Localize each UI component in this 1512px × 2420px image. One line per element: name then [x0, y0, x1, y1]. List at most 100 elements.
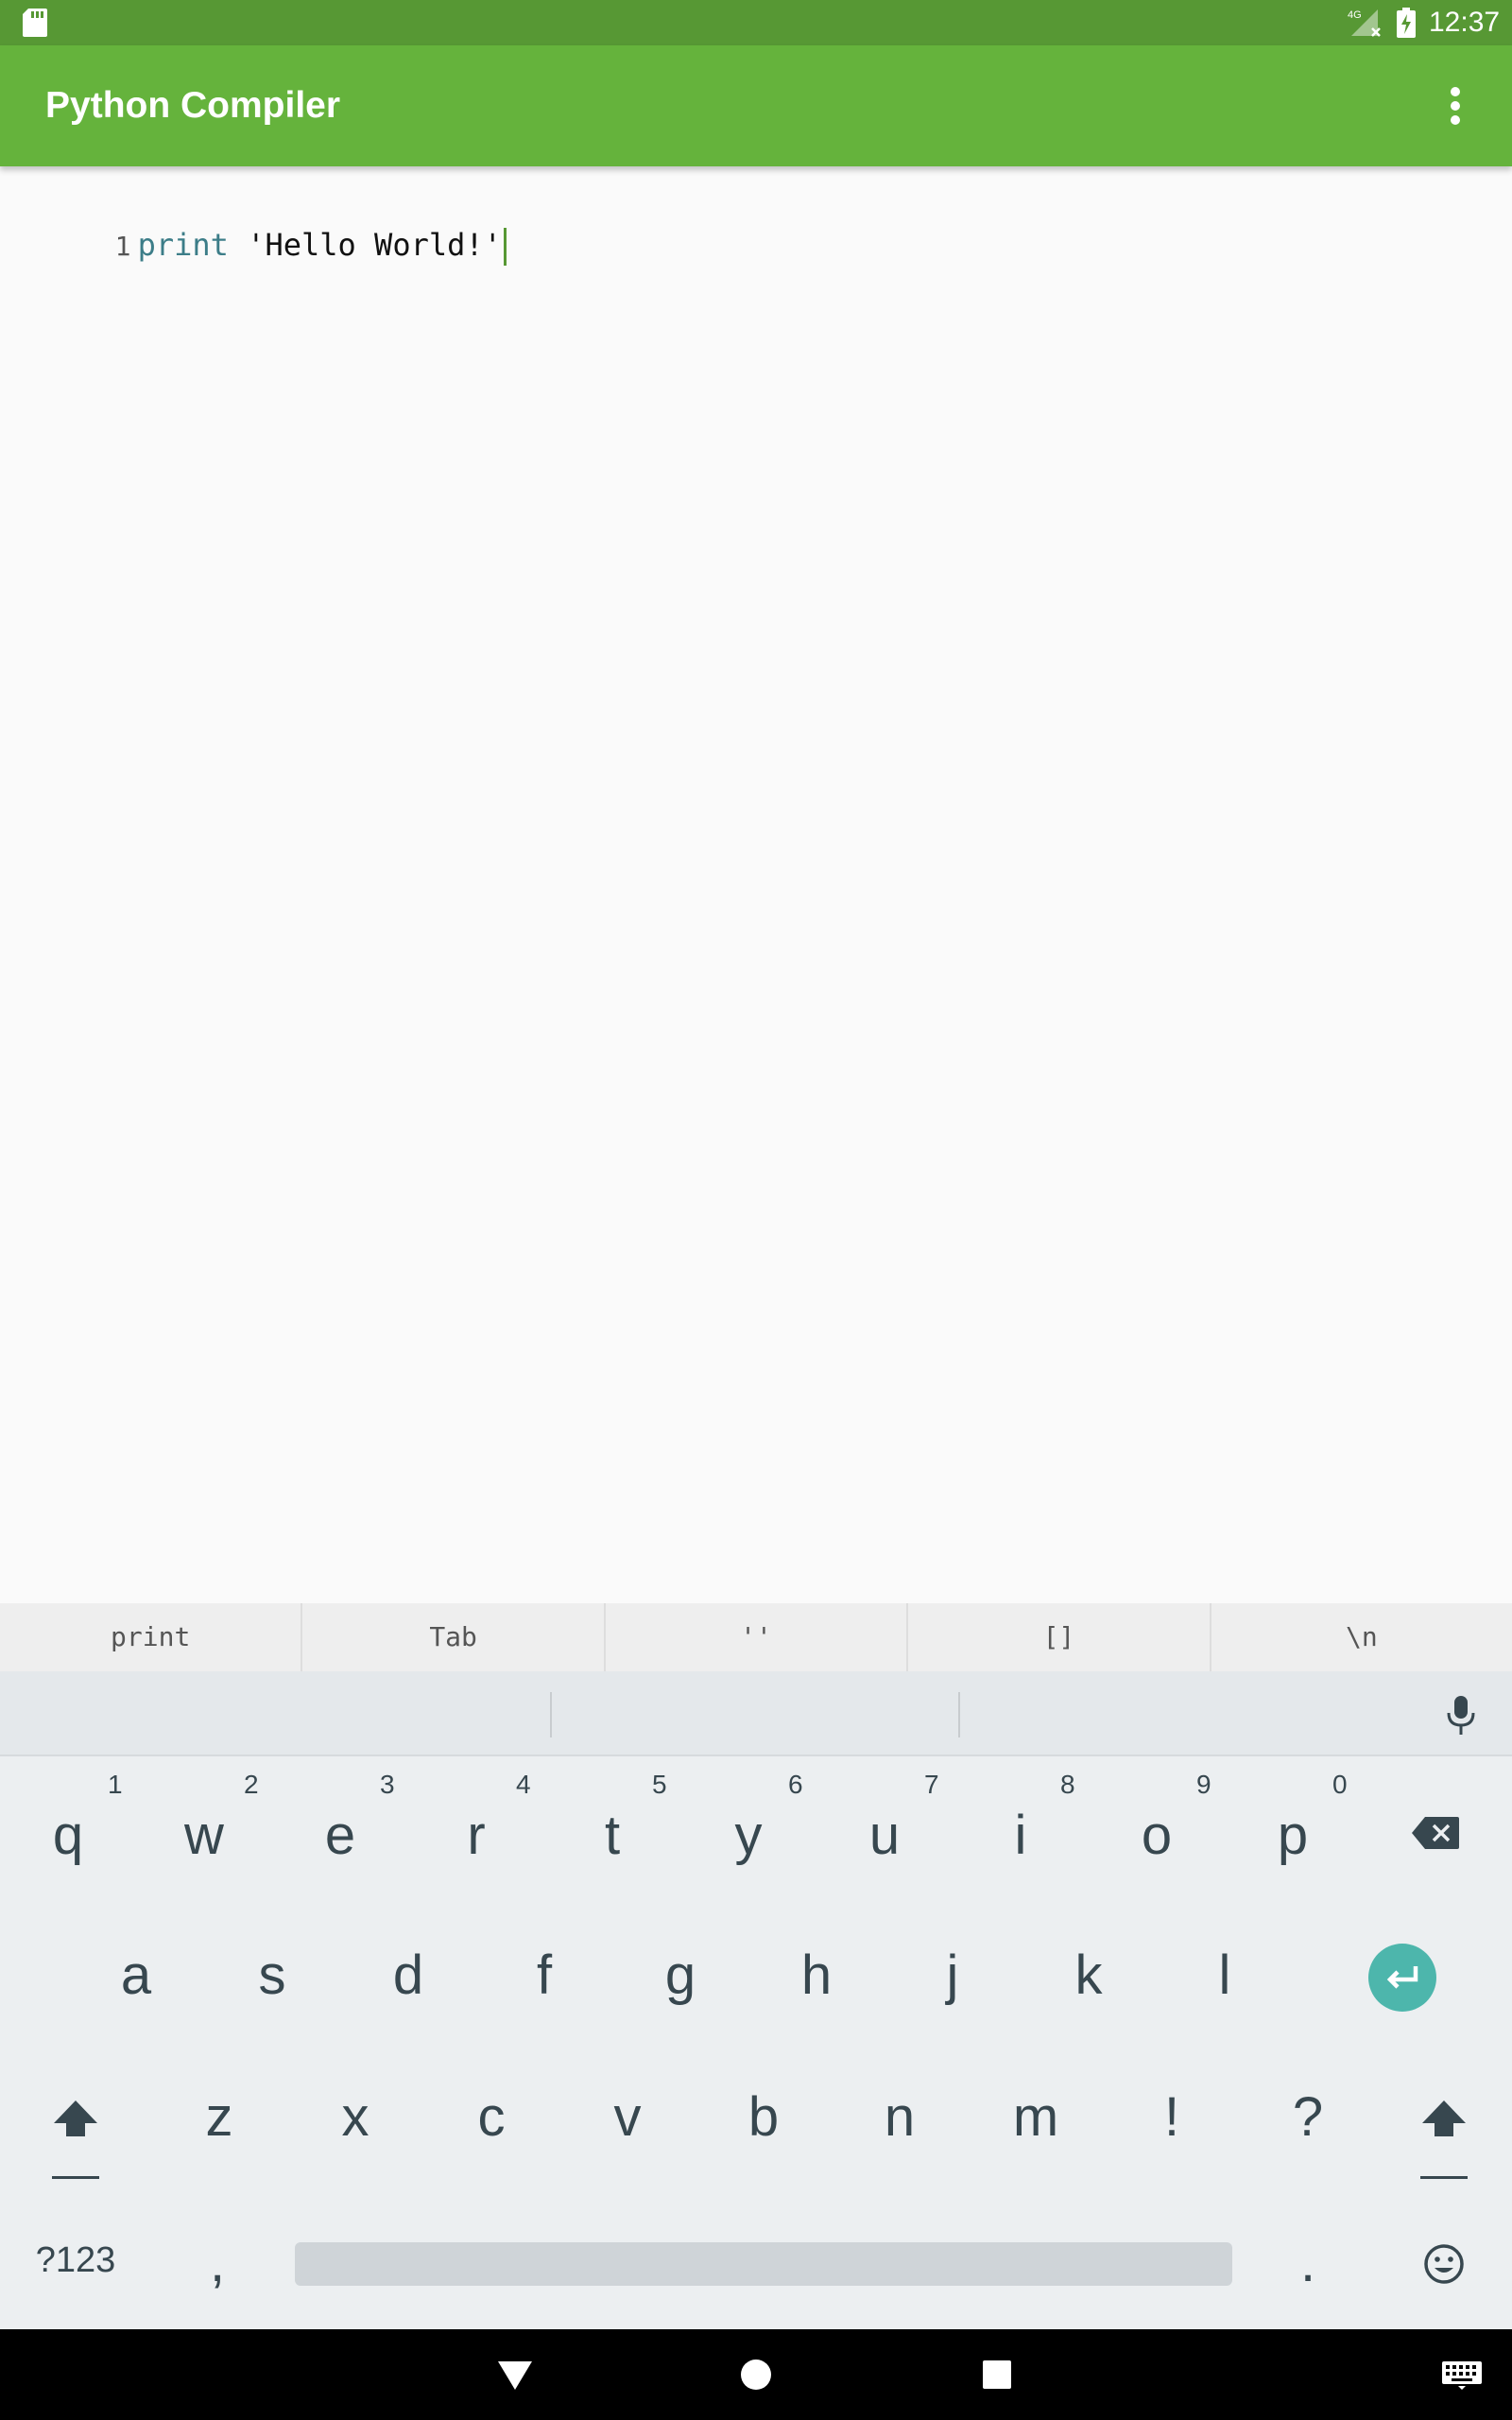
key-label: b [747, 2086, 780, 2148]
key-m[interactable]: m [1002, 2085, 1070, 2161]
key-f[interactable]: f [510, 1944, 578, 2019]
app-title: Python Compiler [45, 85, 341, 126]
enter-icon [1386, 1966, 1418, 1989]
shortcut-quotes[interactable]: '' [606, 1603, 909, 1671]
key-t[interactable]: 5 t [578, 1764, 667, 1877]
key-label: ? [1292, 2086, 1324, 2148]
key-label: f [536, 1945, 553, 2006]
key-label: w [184, 1805, 224, 1866]
sd-card-icon [23, 9, 47, 37]
key-hint: 3 [380, 1770, 395, 1799]
text-cursor [503, 228, 507, 266]
key-label: i [1014, 1805, 1027, 1866]
key-label: s [258, 1945, 286, 2006]
backspace-icon[interactable] [1412, 1817, 1459, 1849]
key-b[interactable]: b [730, 2085, 798, 2161]
shortcut-print[interactable]: print [0, 1603, 303, 1671]
key-question[interactable]: ? [1274, 2085, 1342, 2161]
key-label: e [324, 1805, 356, 1866]
key-comma[interactable]: , [189, 2231, 246, 2307]
key-label: h [800, 1945, 833, 2006]
key-s[interactable]: s [238, 1944, 306, 2019]
key-hint: 1 [108, 1770, 123, 1799]
code-text: 'Hello World!' [228, 227, 502, 263]
key-label: z [205, 2086, 233, 2148]
key-h[interactable]: h [782, 1944, 850, 2019]
key-e[interactable]: 3 e [306, 1764, 395, 1877]
key-g[interactable]: g [646, 1944, 714, 2019]
code-line[interactable]: 1 print 'Hello World!' [0, 174, 507, 266]
shortcut-newline[interactable]: \n [1211, 1603, 1512, 1671]
key-r[interactable]: 4 r [442, 1764, 530, 1877]
key-i[interactable]: 8 i [987, 1764, 1075, 1877]
shortcut-tab[interactable]: Tab [302, 1603, 606, 1671]
key-k[interactable]: k [1055, 1944, 1123, 2019]
key-label: o [1141, 1805, 1173, 1866]
network-type-label: 4G [1348, 9, 1362, 21]
key-label: m [1012, 2086, 1059, 2148]
key-label: . [1299, 2232, 1316, 2293]
key-label: x [341, 2086, 369, 2148]
key-w[interactable]: 2 w [170, 1764, 259, 1877]
key-label: u [868, 1805, 901, 1866]
key-p[interactable]: 0 p [1259, 1764, 1348, 1877]
key-q[interactable]: 1 q [34, 1764, 123, 1877]
suggestion-strip [0, 1671, 1512, 1756]
key-hint: 8 [1060, 1770, 1075, 1799]
key-label: r [467, 1805, 486, 1866]
key-label: v [613, 2086, 642, 2148]
shortcut-brackets[interactable]: [] [908, 1603, 1211, 1671]
key-hint: 4 [516, 1770, 531, 1799]
key-x[interactable]: x [321, 2085, 389, 2161]
key-u[interactable]: 7 u [850, 1764, 939, 1877]
app-bar: Python Compiler [0, 45, 1512, 166]
enter-key[interactable] [1368, 1944, 1436, 2012]
key-label: j [946, 1945, 959, 2006]
key-hint: 9 [1196, 1770, 1211, 1799]
key-n[interactable]: n [866, 2085, 934, 2161]
shortcut-bar: print Tab '' [] \n [0, 1603, 1512, 1671]
key-v[interactable]: v [593, 2085, 662, 2161]
key-j[interactable]: j [919, 1944, 987, 2019]
overflow-menu-icon[interactable] [1427, 78, 1484, 134]
key-l[interactable]: l [1191, 1944, 1259, 2019]
recents-icon[interactable] [983, 2360, 1011, 2389]
key-a[interactable]: a [102, 1944, 170, 2019]
status-bar: 4G 12:37 [0, 0, 1512, 45]
keyboard-switch-icon[interactable] [1442, 2361, 1482, 2390]
key-hint: 2 [244, 1770, 259, 1799]
key-exclamation[interactable]: ! [1138, 2085, 1206, 2161]
battery-charging-icon [1397, 8, 1416, 38]
key-label: d [392, 1945, 424, 2006]
code-keyword: print [137, 227, 229, 263]
key-label: p [1277, 1805, 1309, 1866]
symbols-key[interactable]: ?123 [19, 2240, 132, 2290]
emoji-icon[interactable] [1423, 2243, 1465, 2285]
suggestion-divider [958, 1692, 960, 1737]
line-number: 1 [114, 231, 131, 262]
shift-icon[interactable] [1420, 2097, 1468, 2182]
key-c[interactable]: c [457, 2085, 525, 2161]
status-time: 12:37 [1429, 7, 1501, 38]
key-hint: 7 [924, 1770, 939, 1799]
space-bar[interactable] [295, 2242, 1232, 2286]
key-hint: 6 [788, 1770, 803, 1799]
key-o[interactable]: 9 o [1123, 1764, 1211, 1877]
code-editor[interactable]: 1 print 'Hello World!' [0, 166, 1512, 1603]
key-d[interactable]: d [374, 1944, 442, 2019]
key-label: y [734, 1805, 763, 1866]
back-icon[interactable] [498, 2361, 532, 2390]
key-label: k [1074, 1945, 1103, 2006]
screen: 4G 12:37 Python Compiler 1 print 'Hello W… [0, 0, 1512, 2420]
key-label: l [1218, 1945, 1231, 2006]
key-label: g [664, 1945, 696, 2006]
key-y[interactable]: 6 y [714, 1764, 803, 1877]
key-hint: 0 [1332, 1770, 1348, 1799]
key-period[interactable]: . [1280, 2231, 1336, 2307]
home-icon[interactable] [740, 2359, 772, 2391]
key-z[interactable]: z [185, 2085, 253, 2161]
key-label: ?123 [35, 2240, 116, 2280]
navigation-bar [0, 2329, 1512, 2420]
shift-icon[interactable] [52, 2097, 99, 2182]
microphone-icon[interactable] [1442, 1694, 1480, 1737]
